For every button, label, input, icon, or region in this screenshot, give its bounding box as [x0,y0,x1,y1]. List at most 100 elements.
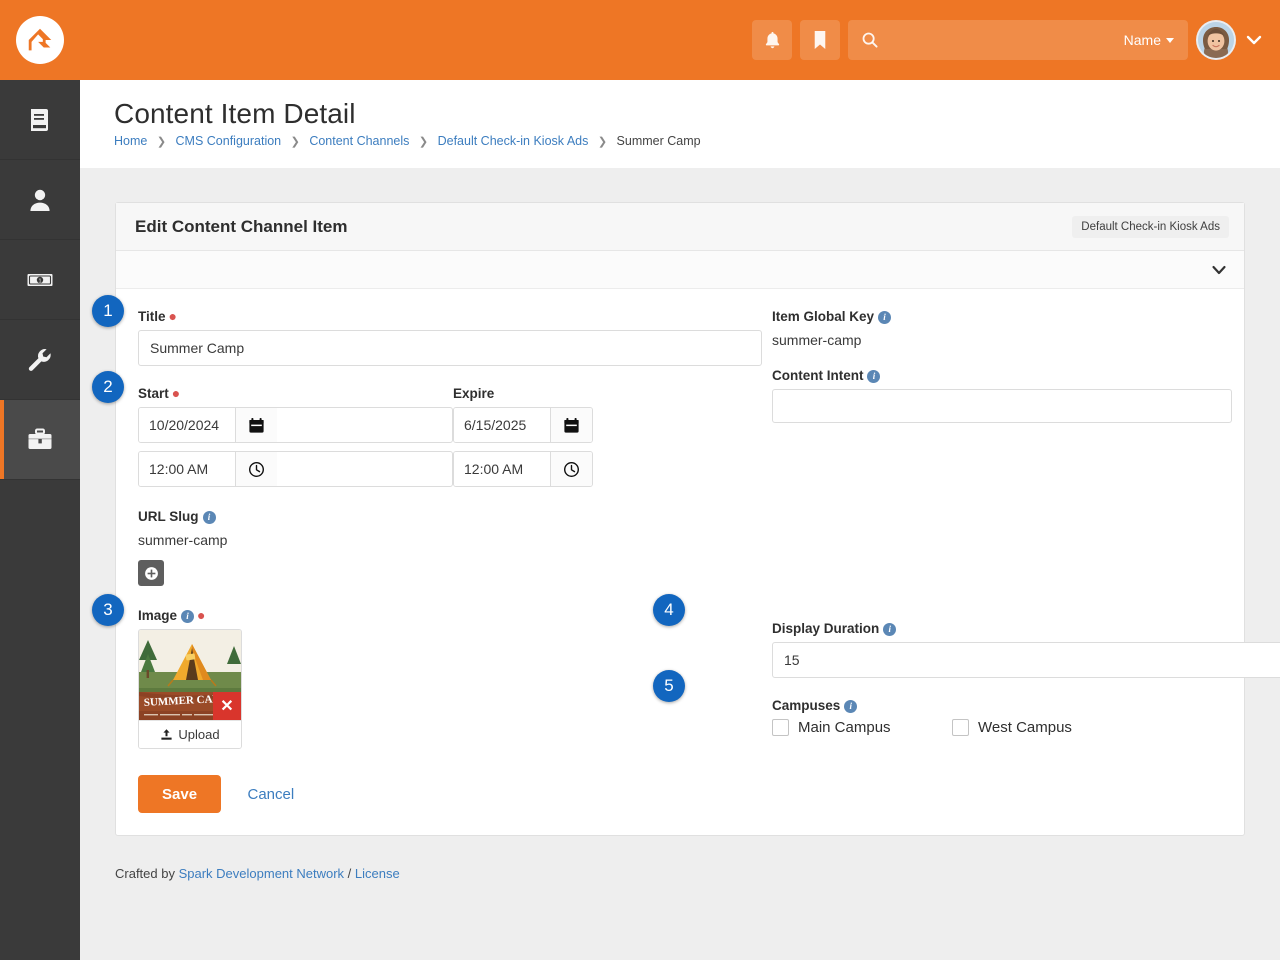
content-intent-input[interactable] [772,389,1232,423]
global-search[interactable]: Name [848,20,1188,60]
info-icon[interactable]: i [883,622,897,636]
checkbox-main-campus-label: Main Campus [798,719,891,736]
start-date-picker-button[interactable] [235,408,277,442]
search-icon [862,32,878,48]
page-title: Content Item Detail [114,98,356,129]
money-icon: 1 [27,273,53,286]
callout-badge-3: 3 [92,594,124,626]
expire-date-input[interactable] [454,408,550,442]
checkbox-box[interactable] [772,719,789,736]
field-item-global-key: Item Global Key i summer-camp [772,309,1232,348]
panel-title: Edit Content Channel Item [135,216,348,236]
breadcrumb-separator: ❯ [156,136,167,148]
callout-badge-4: 4 [653,594,685,626]
campuses-checkbox-group: Main Campus West Campus [772,719,1232,736]
field-content-intent-label: Content Intent i [772,368,1232,383]
breadcrumb-separator: ❯ [290,136,300,148]
logo-home-link[interactable] [0,0,80,80]
field-item-global-key-label-text: Item Global Key [772,309,875,324]
start-date-input[interactable] [139,408,235,442]
breadcrumb-item-default-checkin-kiosk-ads[interactable]: Default Check-in Kiosk Ads [438,134,589,148]
info-icon[interactable]: i [181,609,195,623]
cancel-button[interactable]: Cancel [242,785,301,804]
sidebar-item-cms[interactable] [0,80,80,160]
required-indicator: ● [168,308,177,324]
sidebar-item-tools[interactable] [0,400,80,480]
expire-time-field[interactable] [453,451,593,487]
bookmarks-button[interactable] [800,20,840,60]
breadcrumb-item-home[interactable]: Home [114,134,147,148]
required-indicator: ● [197,607,206,623]
expire-time-input[interactable] [454,452,550,486]
checkbox-box[interactable] [952,719,969,736]
search-input[interactable] [886,31,1086,49]
remove-image-button[interactable]: ✕ [213,692,241,720]
image-thumbnail[interactable]: SUMMER CAM ✕ [139,630,241,720]
field-campuses: Campuses i Main Campus West Campus [772,698,1232,736]
field-start: Start ● [138,386,453,487]
chevron-down-icon [1212,265,1226,274]
notifications-button[interactable] [752,20,792,60]
rock-logo [16,16,64,64]
footer-org-link[interactable]: Spark Development Network [179,866,344,881]
expire-time-picker-button[interactable] [550,452,592,486]
chevron-down-icon [1246,35,1262,45]
required-indicator: ● [171,385,181,401]
panel-actions: Save Cancel [138,749,1222,835]
info-icon[interactable]: i [202,510,216,524]
form-right-column: Item Global Key i summer-camp Content Int… [772,309,1280,749]
upload-label: Upload [178,727,220,742]
field-image-label-text: Image [138,608,178,623]
footer-license-link[interactable]: License [355,866,400,881]
url-slug-value: summer-camp [138,532,228,548]
info-icon[interactable]: i [867,369,881,383]
avatar[interactable] [1196,20,1236,60]
callout-badge-2: 2 [92,371,124,403]
expire-date-field[interactable] [453,407,593,443]
field-title-label-text: Title [138,309,166,324]
top-navigation-bar: Name [0,0,1280,80]
add-url-slug-button[interactable] [138,560,164,586]
item-global-key-value: summer-camp [772,332,862,348]
person-icon [30,189,50,211]
start-time-picker-button[interactable] [235,452,277,486]
edit-content-channel-item-panel: Edit Content Channel Item Default Check-… [92,202,1280,836]
start-time-input[interactable] [139,452,235,486]
upload-image-button[interactable]: Upload [139,720,241,748]
field-url-slug-label-text: URL Slug [138,509,199,524]
start-time-field[interactable] [138,451,453,487]
toolbox-icon [28,428,52,449]
display-duration-input[interactable] [772,642,1280,678]
checkbox-west-campus[interactable]: West Campus [952,719,1072,736]
info-icon[interactable]: i [878,310,892,324]
title-input[interactable] [138,330,762,366]
field-content-intent-label-text: Content Intent [772,368,864,383]
start-date-field[interactable] [138,407,453,443]
user-menu-button[interactable] [1244,30,1264,50]
search-scope-dropdown[interactable]: Name [1124,32,1174,48]
wrench-icon [28,348,51,371]
checkbox-main-campus[interactable]: Main Campus [772,719,952,736]
calendar-icon [564,417,579,433]
field-expire-label: Expire [453,386,495,401]
sidebar-item-people[interactable] [0,160,80,240]
breadcrumb-separator: ❯ [418,136,429,148]
left-sidebar: 1 [0,80,80,960]
plus-circle-icon [144,566,158,580]
panel-collapse-toggle[interactable] [116,251,1244,289]
breadcrumb-item-content-channels[interactable]: Content Channels [309,134,409,148]
save-button[interactable]: Save [138,775,222,813]
field-campuses-label-text: Campuses [772,698,841,713]
bell-icon [765,31,779,48]
info-icon[interactable]: i [844,699,858,713]
main-content: Edit Content Channel Item Default Check-… [80,168,1280,960]
field-url-slug-label: URL Slug i [138,509,762,524]
sidebar-item-finance[interactable]: 1 [0,240,80,320]
breadcrumb-item-cms-configuration[interactable]: CMS Configuration [176,134,282,148]
field-url-slug: URL Slug i summer-camp [138,509,762,586]
field-display-duration: Display Duration i [772,621,1280,678]
bookmark-icon [814,30,826,49]
sidebar-item-admin[interactable] [0,320,80,400]
field-start-expire: Start ● 10/20/2024 12:00 AM Expire 6/15/… [138,386,762,487]
expire-date-picker-button[interactable] [550,408,592,442]
